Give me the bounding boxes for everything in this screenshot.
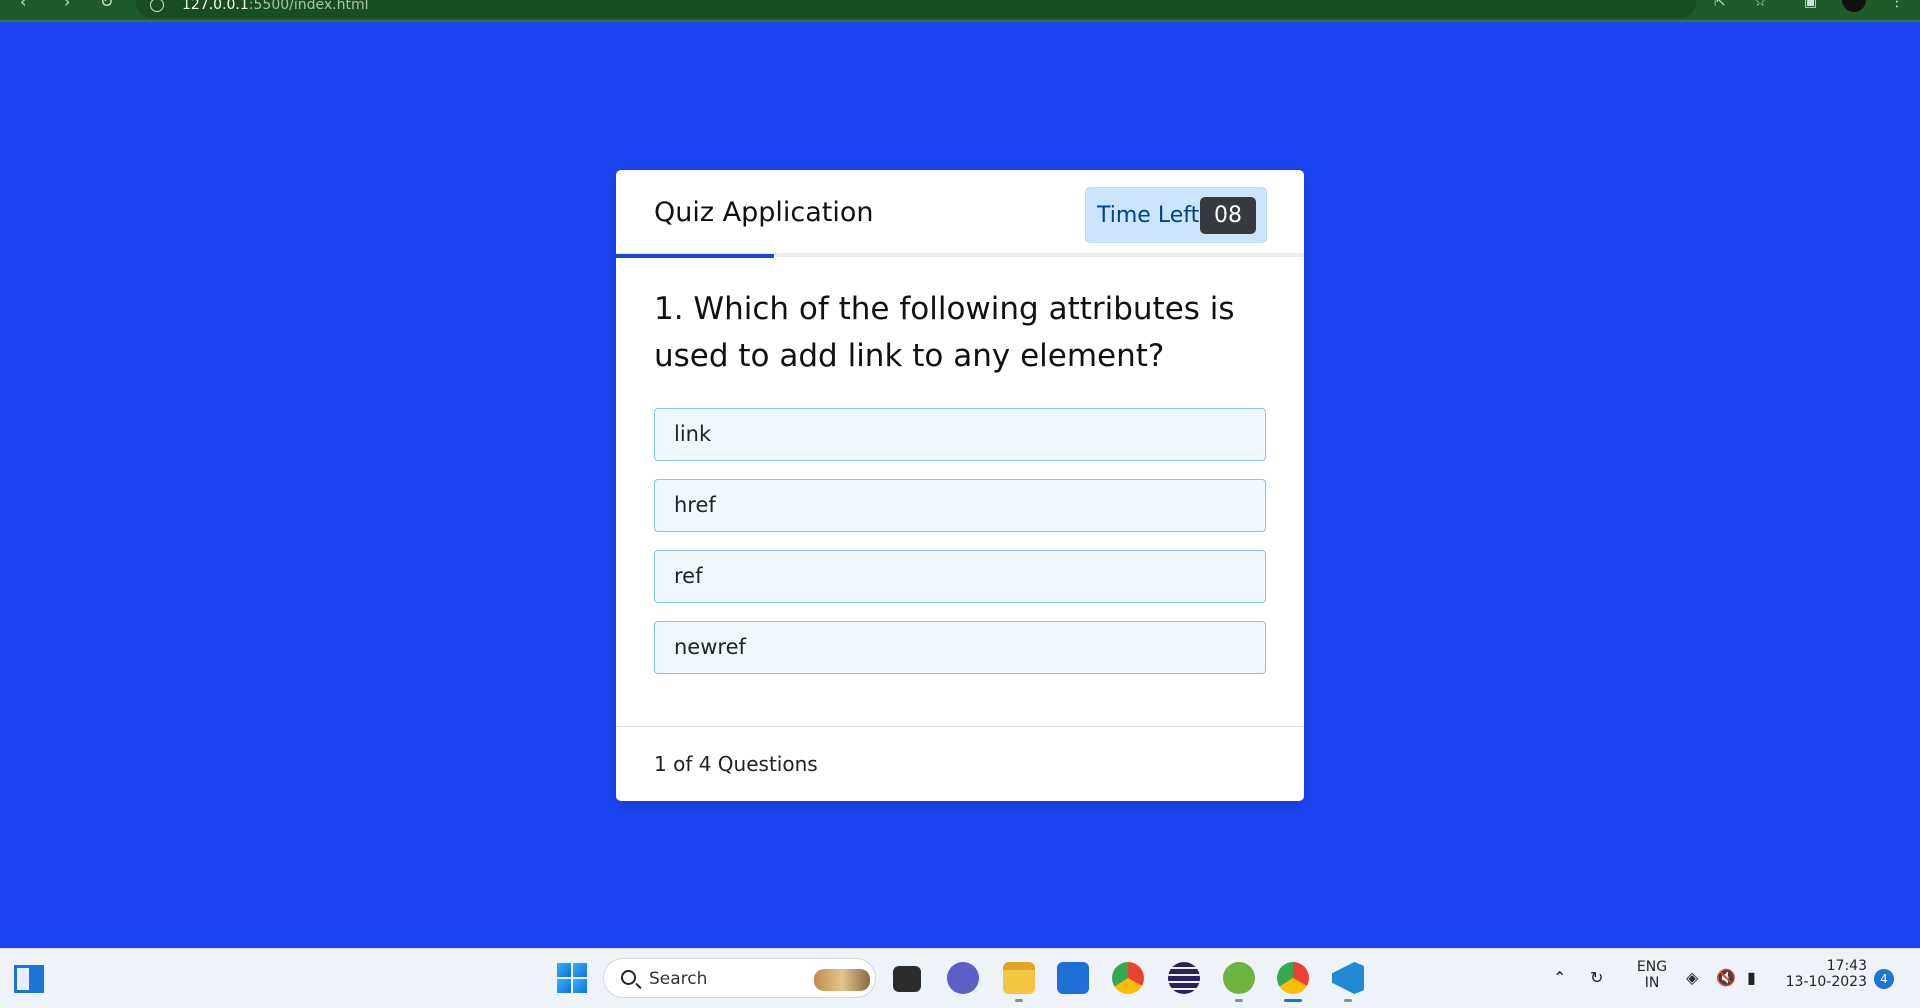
teams-chat-icon[interactable] <box>947 962 979 994</box>
battery-icon[interactable]: ▮ <box>1747 968 1756 987</box>
notification-badge[interactable]: 4 <box>1874 969 1894 989</box>
back-icon[interactable]: ‹ <box>20 0 26 11</box>
forward-icon[interactable]: › <box>64 0 70 11</box>
clock[interactable]: 17:43 13-10-2023 <box>1783 958 1867 990</box>
timer-seconds: 08 <box>1200 197 1256 234</box>
task-view-icon[interactable] <box>893 966 921 992</box>
site-info-icon[interactable] <box>150 0 164 12</box>
file-explorer-running-dot <box>1015 999 1023 1002</box>
quiz-header: Quiz Application Time Left 08 <box>616 170 1304 257</box>
search-highlight-image <box>814 969 870 991</box>
bookmark-star-icon[interactable]: ☆ <box>1754 0 1767 10</box>
volume-muted-icon[interactable]: 🔇 <box>1716 968 1736 987</box>
language-indicator[interactable]: ENG IN <box>1634 959 1670 991</box>
share-icon[interactable]: ⇱ <box>1714 0 1726 10</box>
vscode-icon[interactable] <box>1332 962 1364 994</box>
clock-date: 13-10-2023 <box>1785 974 1867 990</box>
chevron-up-icon[interactable]: ⌃ <box>1553 968 1566 987</box>
quiz-footer: 1 of 4 Questions <box>616 726 1304 801</box>
side-panel-icon[interactable]: ▣ <box>1804 0 1817 10</box>
option-href[interactable]: href <box>654 479 1266 532</box>
search-placeholder: Search <box>649 969 708 989</box>
address-bar[interactable]: 127.0.0.1:5500/index.html <box>136 0 1696 18</box>
microsoft-store-icon[interactable] <box>1057 962 1089 994</box>
quiz-card: Quiz Application Time Left 08 1. Which o… <box>616 170 1304 801</box>
option-ref[interactable]: ref <box>654 550 1266 603</box>
widgets-icon[interactable] <box>14 965 44 993</box>
option-list: link href ref newref <box>654 408 1266 692</box>
sync-icon[interactable]: ↻ <box>1590 968 1603 987</box>
chrome-active-indicator <box>1284 999 1302 1002</box>
search-icon <box>621 970 636 985</box>
wifi-icon[interactable]: ◈ <box>1686 968 1698 987</box>
vscode-running-dot <box>1344 999 1352 1002</box>
profile-avatar[interactable] <box>1842 0 1866 12</box>
spring-tool-icon[interactable] <box>1223 962 1255 994</box>
windows-start-icon[interactable] <box>557 963 587 993</box>
timer-box: Time Left 08 <box>1085 187 1267 243</box>
taskbar-search[interactable]: Search <box>603 958 876 998</box>
language-code: ENG <box>1636 959 1668 975</box>
eclipse-icon[interactable] <box>1168 962 1200 994</box>
question-text: 1. Which of the following attributes is … <box>654 291 1235 374</box>
chrome-active-icon[interactable] <box>1277 962 1309 994</box>
browser-menu-icon[interactable]: ⋮ <box>1890 0 1904 10</box>
timer-label: Time Left <box>1097 203 1200 228</box>
option-link[interactable]: link <box>654 408 1266 461</box>
url-path: :5500/index.html <box>248 0 369 13</box>
question-counter: 1 of 4 Questions <box>654 752 818 776</box>
reload-icon[interactable]: ↻ <box>100 0 113 11</box>
url-host: 127.0.0.1 <box>182 0 249 13</box>
chrome-icon[interactable] <box>1112 962 1144 994</box>
windows-taskbar: Search ⌃ ↻ ENG IN ◈ 🔇 ▮ 17:43 13-10-2023… <box>0 948 1920 1008</box>
file-explorer-icon[interactable] <box>1003 962 1035 994</box>
option-newref[interactable]: newref <box>654 621 1266 674</box>
clock-time: 17:43 <box>1826 958 1867 974</box>
time-progress-line <box>616 254 774 258</box>
browser-toolbar: ‹ › ↻ 127.0.0.1:5500/index.html ⇱ ☆ ▣ ⋮ <box>0 0 1920 22</box>
region-code: IN <box>1644 975 1660 991</box>
quiz-title: Quiz Application <box>654 197 874 228</box>
spring-tool-running-dot <box>1235 999 1243 1002</box>
